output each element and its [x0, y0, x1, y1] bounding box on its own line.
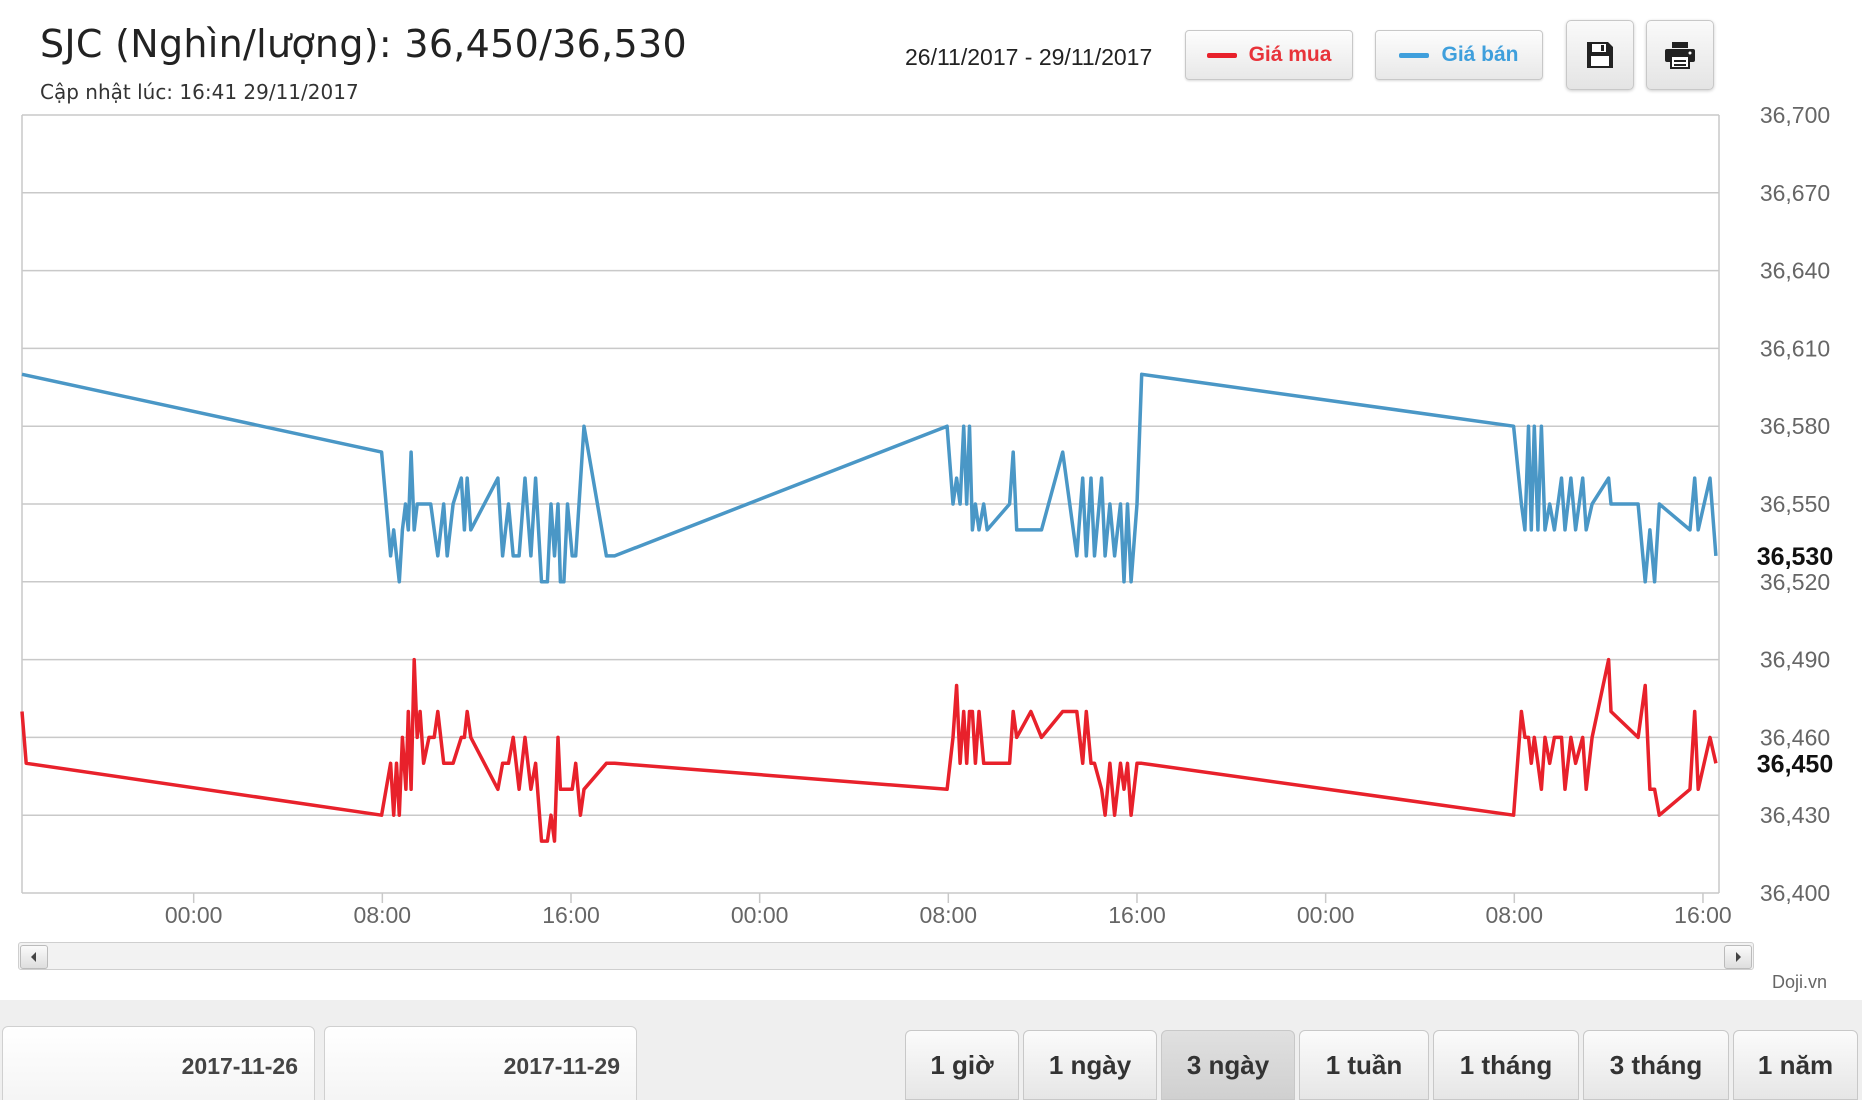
scroll-left-button[interactable] [20, 945, 48, 969]
price-chart: 00:00 08:00 16:00 00:00 08:00 16:00 00:00 08:00… [20, 102, 1850, 928]
y-tick-label: 36,700 [1760, 102, 1830, 128]
x-tick-label: 08:00 [354, 902, 412, 928]
range-button-1-day[interactable]: 1 ngày [1023, 1030, 1157, 1100]
x-tick-label: 16:00 [1108, 902, 1166, 928]
y-tick-label: 36,490 [1760, 647, 1830, 673]
range-button-3-days[interactable]: 3 ngày [1161, 1030, 1295, 1100]
range-button-1-week[interactable]: 1 tuần [1299, 1030, 1429, 1100]
y-tick-label: 36,520 [1760, 569, 1830, 595]
range-button-1-hour[interactable]: 1 giờ [905, 1030, 1019, 1100]
y-axis-ticks: 36,400 36,430 36,460 36,490 36,520 36,550 36,5… [1760, 102, 1830, 906]
x-tick-label: 16:00 [542, 902, 600, 928]
x-tick-label: 08:00 [920, 902, 978, 928]
arrow-right-icon [1736, 952, 1741, 962]
chart-scrollbar[interactable] [18, 942, 1754, 970]
y-tick-label: 36,640 [1760, 258, 1830, 284]
last-value-buy: 36,450 [1757, 750, 1833, 778]
x-tick-label: 16:00 [1674, 902, 1732, 928]
scroll-right-button[interactable] [1724, 945, 1752, 969]
range-button-1-year[interactable]: 1 năm [1733, 1030, 1858, 1100]
range-button-3-months[interactable]: 3 tháng [1583, 1030, 1729, 1100]
y-tick-label: 36,430 [1760, 802, 1830, 828]
y-tick-label: 36,580 [1760, 413, 1830, 439]
arrow-left-icon [31, 952, 36, 962]
x-axis-ticks: 00:00 08:00 16:00 00:00 08:00 16:00 00:00 08:00… [165, 893, 1732, 928]
source-credit[interactable]: Doji.vn [1772, 972, 1827, 993]
y-tick-label: 36,460 [1760, 724, 1830, 750]
y-tick-label: 36,550 [1760, 491, 1830, 517]
x-tick-label: 00:00 [165, 902, 223, 928]
y-tick-label: 36,610 [1760, 335, 1830, 361]
x-tick-label: 00:00 [1297, 902, 1355, 928]
start-date-tab[interactable]: 2017-11-26 [2, 1026, 315, 1100]
end-date-tab[interactable]: 2017-11-29 [324, 1026, 637, 1100]
y-tick-label: 36,400 [1760, 880, 1830, 906]
last-value-sell: 36,530 [1757, 543, 1833, 571]
y-tick-label: 36,670 [1760, 180, 1830, 206]
x-tick-label: 08:00 [1486, 902, 1544, 928]
range-button-1-month[interactable]: 1 tháng [1433, 1030, 1579, 1100]
x-tick-label: 00:00 [731, 902, 789, 928]
